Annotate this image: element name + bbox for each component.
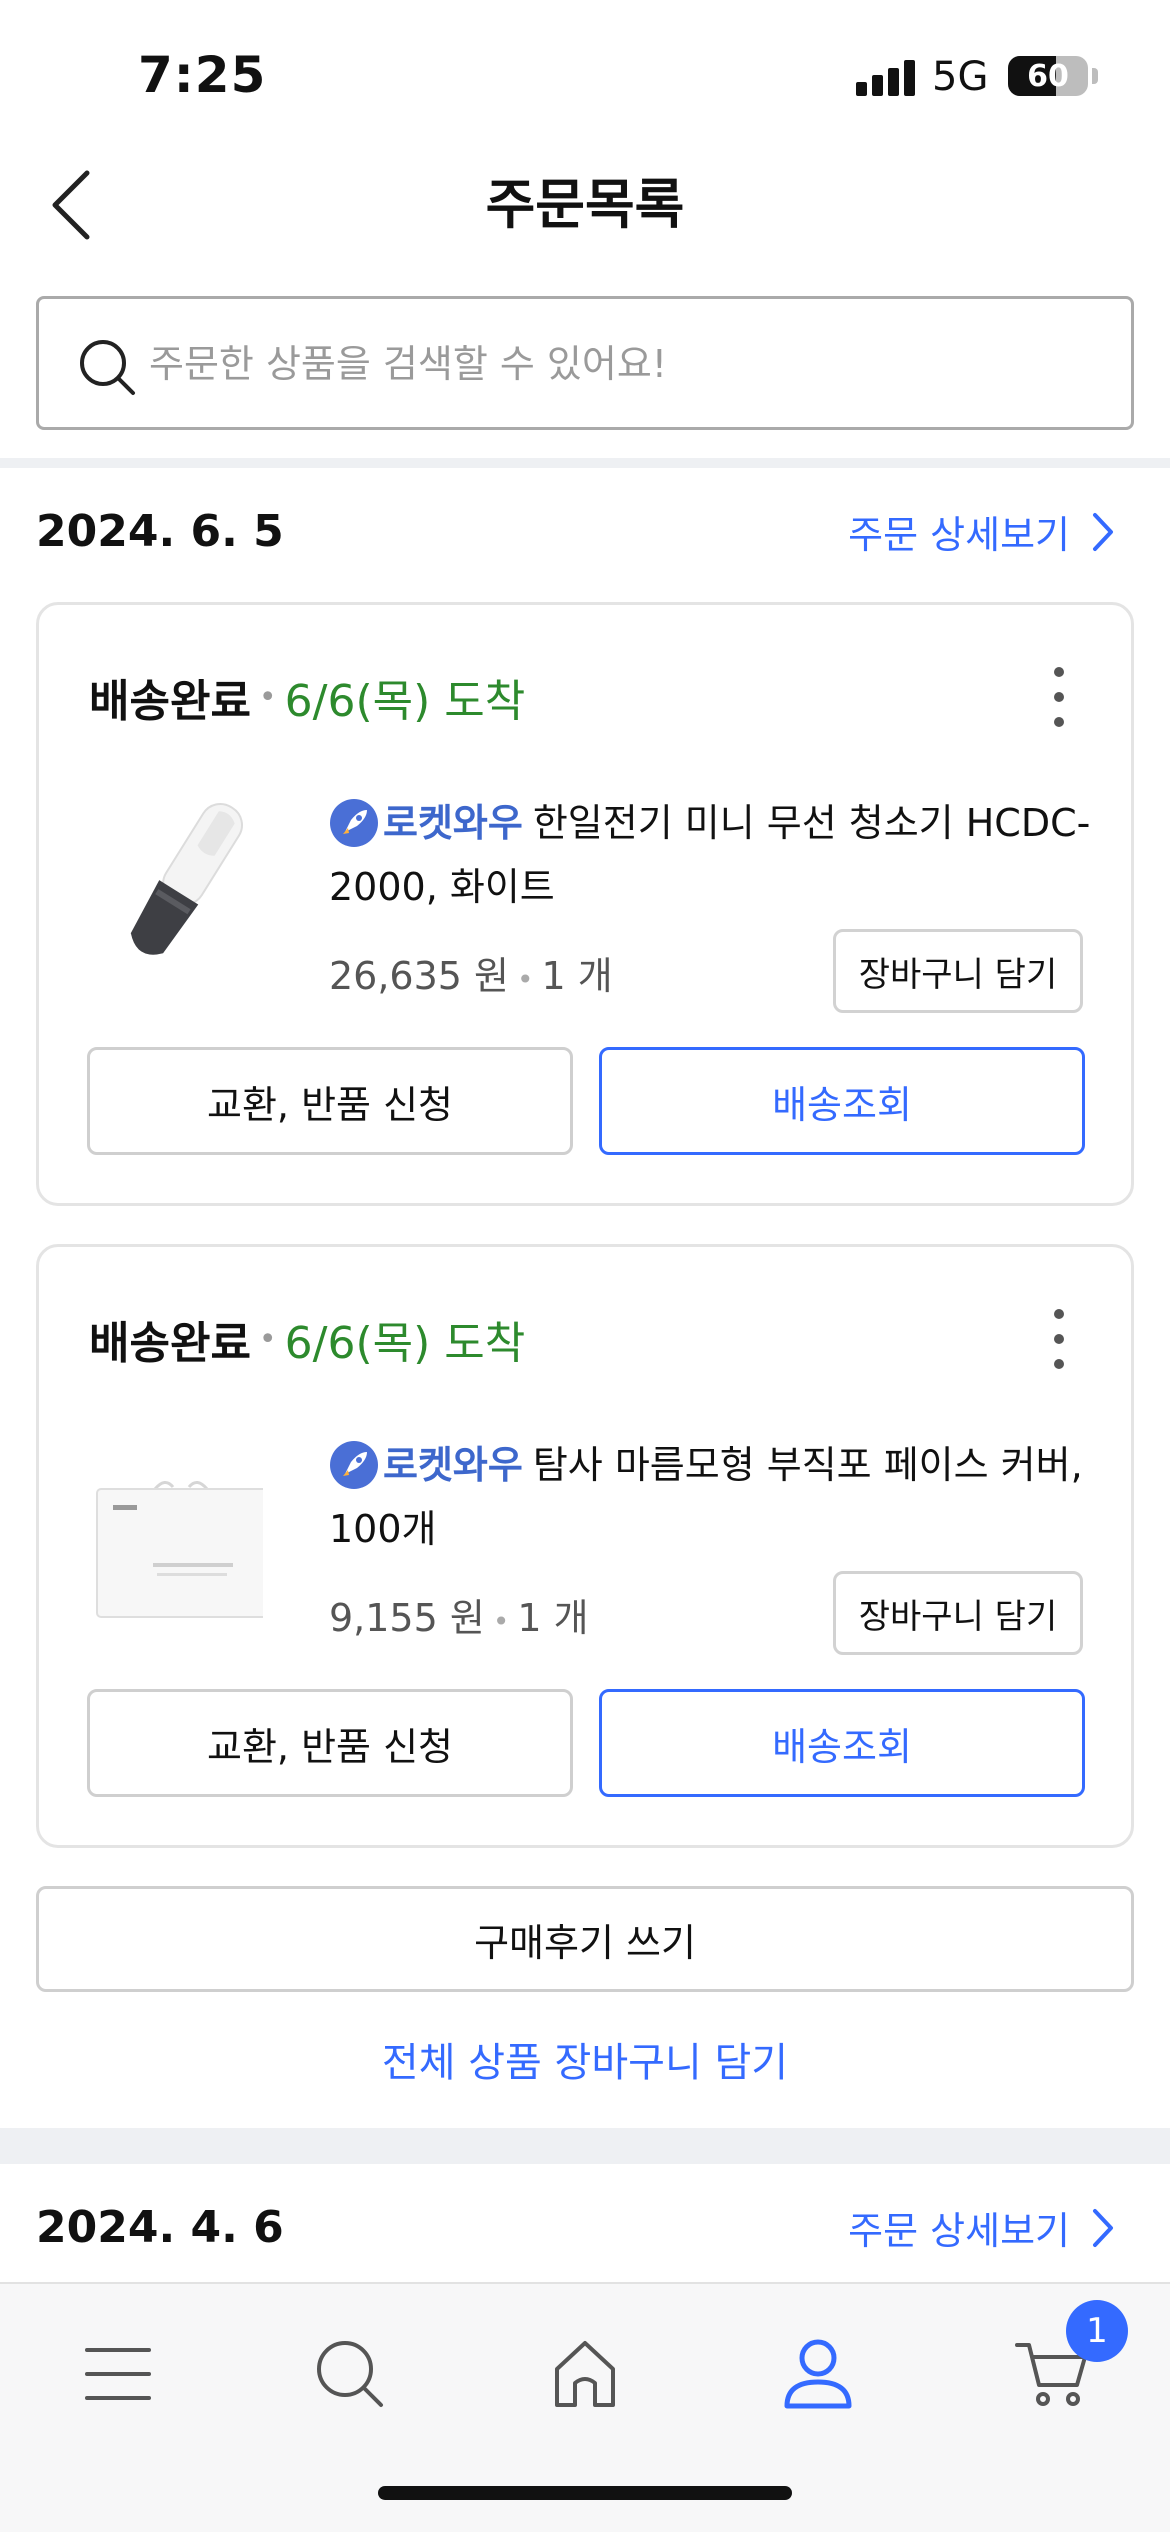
separator-dot: •	[258, 1321, 277, 1357]
separator-dot: •	[517, 963, 534, 996]
tab-menu[interactable]	[68, 2324, 168, 2424]
more-options-button[interactable]	[1049, 667, 1069, 727]
status-bar: 7:25 5G 60	[0, 0, 1170, 140]
signal-icon	[856, 60, 916, 96]
search-icon	[317, 2341, 383, 2407]
order-detail-link[interactable]: 주문 상세보기	[848, 504, 1114, 559]
delivery-status: 배송완료 • 6/6(목) 도착	[89, 1307, 525, 1371]
product-image[interactable]	[93, 1423, 263, 1633]
section-divider	[0, 2128, 1170, 2164]
track-delivery-button[interactable]: 배송조회	[599, 1047, 1085, 1155]
page-title: 주문목록	[485, 173, 685, 236]
tab-search[interactable]	[300, 2324, 400, 2424]
price-row: 9,155 원 • 1 개	[329, 1587, 589, 1642]
price-row: 26,635 원 • 1 개	[329, 945, 613, 1000]
order-date: 2024. 6. 5	[36, 506, 284, 557]
rocket-icon	[330, 1441, 378, 1489]
tab-home[interactable]	[535, 2324, 635, 2424]
product-quantity: 1 개	[541, 954, 613, 998]
product-name[interactable]: 로켓와우 탐사 마름모형 부직포 페이스 커버, 100개	[329, 1433, 1109, 1561]
product-name[interactable]: 로켓와우 한일전기 미니 무선 청소기 HCDC-2000, 화이트	[329, 791, 1109, 919]
battery-level: 60	[1027, 58, 1069, 94]
separator-dot: •	[492, 1605, 510, 1638]
section-divider	[0, 458, 1170, 468]
track-delivery-button[interactable]: 배송조회	[599, 1689, 1085, 1797]
tab-my-account[interactable]	[768, 2324, 868, 2424]
more-options-button[interactable]	[1049, 1309, 1069, 1369]
rocket-wow-badge: 로켓와우	[329, 791, 523, 855]
exchange-return-button[interactable]: 교환, 반품 신청	[87, 1047, 573, 1155]
order-item-card: 배송완료 • 6/6(목) 도착 로켓와우 한일전기 미니 무선 청소기 HCD…	[36, 602, 1134, 1206]
search-box[interactable]	[36, 296, 1134, 430]
order-item-card: 배송완료 • 6/6(목) 도착 로켓와우 탐사 마름모형 부직포 페이스 커버…	[36, 1244, 1134, 1848]
add-to-cart-button[interactable]: 장바구니 담기	[833, 1571, 1083, 1655]
status-time: 7:25	[138, 46, 267, 104]
rocket-icon	[330, 799, 378, 847]
badge-label: 로켓와우	[383, 1443, 523, 1487]
chevron-right-icon	[1093, 512, 1113, 551]
search-icon	[80, 340, 135, 395]
separator-dot: •	[258, 679, 277, 715]
write-review-button[interactable]: 구매후기 쓰기	[36, 1886, 1134, 1992]
status-label: 배송완료	[89, 676, 251, 727]
add-all-to-cart-link[interactable]: 전체 상품 장바구니 담기	[0, 2030, 1170, 2088]
home-icon	[555, 2341, 615, 2407]
order-detail-link-label: 주문 상세보기	[848, 2209, 1070, 2253]
battery-tip	[1092, 68, 1098, 84]
order-date: 2024. 4. 6	[36, 2202, 284, 2253]
cart-count-badge: 1	[1066, 2300, 1128, 2362]
order-detail-link[interactable]: 주문 상세보기	[848, 2200, 1114, 2255]
network-label: 5G	[932, 54, 989, 100]
my-account-icon	[784, 2339, 852, 2409]
status-label: 배송완료	[89, 1318, 251, 1369]
search-input[interactable]	[149, 329, 1109, 399]
delivery-status: 배송완료 • 6/6(목) 도착	[89, 665, 525, 729]
product-image[interactable]	[93, 781, 263, 991]
home-indicator	[378, 2486, 792, 2500]
product-price: 9,155 원	[329, 1596, 485, 1640]
arrival-date: 6/6(목) 도착	[284, 1318, 526, 1369]
menu-icon	[85, 2348, 151, 2400]
product-price: 26,635 원	[329, 954, 510, 998]
battery-icon: 60	[1008, 56, 1088, 96]
chevron-left-icon	[52, 170, 90, 240]
rocket-wow-badge: 로켓와우	[329, 1433, 523, 1497]
order-detail-link-label: 주문 상세보기	[848, 513, 1070, 557]
add-to-cart-button[interactable]: 장바구니 담기	[833, 929, 1083, 1013]
tab-cart[interactable]: 1	[1002, 2300, 1128, 2424]
chevron-right-icon	[1093, 2208, 1113, 2247]
badge-label: 로켓와우	[383, 801, 523, 845]
exchange-return-button[interactable]: 교환, 반품 신청	[87, 1689, 573, 1797]
back-button[interactable]	[36, 160, 106, 250]
product-quantity: 1 개	[517, 1596, 589, 1640]
arrival-date: 6/6(목) 도착	[284, 676, 526, 727]
